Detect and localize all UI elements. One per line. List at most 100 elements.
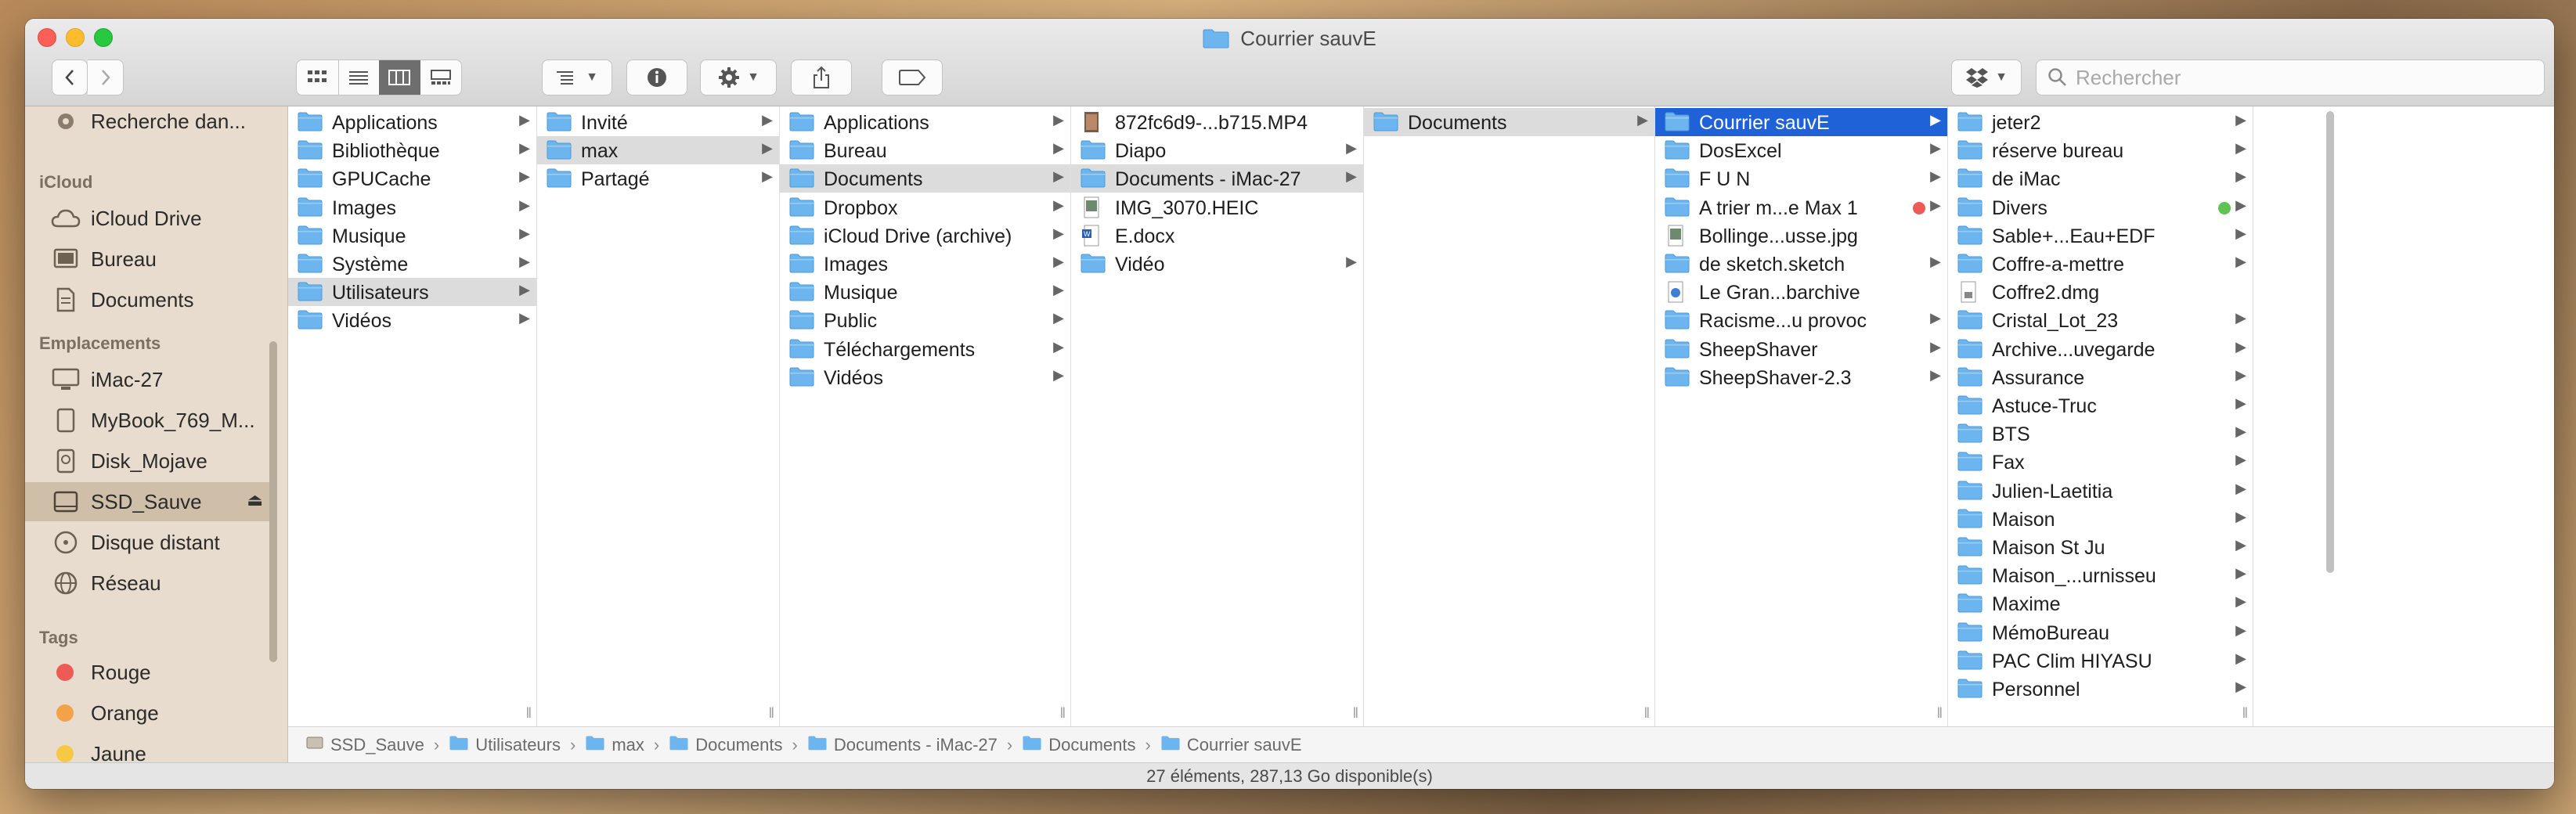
file-row[interactable]: Coffre2.dmg: [1948, 278, 2253, 306]
browser-column[interactable]: 872fc6d9-...b715.MP4 Diapo ▶ Documents - iM…: [1071, 106, 1364, 726]
folder-row[interactable]: Documents ▶: [780, 164, 1070, 193]
column-resize-handle[interactable]: ‖: [1353, 705, 1358, 722]
sidebar-item-recherche[interactable]: Recherche dan...: [25, 106, 274, 141]
folder-row[interactable]: Maison_...urnisseu ▶: [1948, 561, 2253, 589]
icon-view-button[interactable]: [297, 60, 338, 95]
folder-row[interactable]: de iMac ▶: [1948, 164, 2253, 193]
folder-row[interactable]: Système ▶: [288, 250, 536, 278]
folder-row[interactable]: Public ▶: [780, 306, 1070, 334]
folder-row[interactable]: Documents - iMac-27 ▶: [1071, 164, 1363, 193]
folder-row[interactable]: Téléchargements ▶: [780, 335, 1070, 363]
folder-row[interactable]: Archive...uvegarde ▶: [1948, 335, 2253, 363]
list-view-button[interactable]: [337, 60, 380, 95]
sidebar-scrollbar[interactable]: [269, 341, 277, 662]
folder-row[interactable]: PAC Clim HIYASU ▶: [1948, 647, 2253, 675]
folder-row[interactable]: Musique ▶: [288, 222, 536, 250]
column-resize-handle[interactable]: ‖: [1644, 705, 1650, 722]
breadcrumb-item[interactable]: max ›: [585, 735, 669, 755]
file-row[interactable]: 872fc6d9-...b715.MP4: [1071, 108, 1363, 136]
sidebar-item-imac[interactable]: iMac-27: [25, 360, 274, 399]
column-resize-handle[interactable]: ‖: [1060, 705, 1066, 722]
folder-row[interactable]: Bureau ▶: [780, 136, 1070, 164]
folder-row[interactable]: MémoBureau ▶: [1948, 618, 2253, 647]
breadcrumb-item[interactable]: Documents - iMac-27 ›: [807, 735, 1022, 755]
sidebar-item-disque-distant[interactable]: Disque distant: [25, 523, 274, 562]
browser-column[interactable]: Applications ▶ Bureau ▶ Documents ▶ Dropbox ▶ iC…: [780, 106, 1071, 726]
folder-row[interactable]: de sketch.sketch ▶: [1655, 250, 1947, 278]
file-row[interactable]: Bollinge...usse.jpg: [1655, 222, 1947, 250]
sidebar-item-mybook[interactable]: MyBook_769_M...: [25, 401, 274, 440]
folder-row[interactable]: Dropbox ▶: [780, 193, 1070, 222]
eject-icon[interactable]: ⏏: [247, 490, 263, 510]
folder-row[interactable]: max ▶: [537, 136, 779, 165]
breadcrumb-item[interactable]: SSD_Sauve ›: [305, 735, 449, 755]
folder-row[interactable]: Vidéos ▶: [288, 306, 536, 334]
sidebar-tag-orange[interactable]: Orange: [25, 693, 274, 733]
file-row[interactable]: W E.docx: [1071, 222, 1363, 250]
folder-row[interactable]: GPUCache ▶: [288, 164, 536, 193]
folder-row[interactable]: BTS ▶: [1948, 420, 2253, 448]
group-by-button[interactable]: ▼: [542, 59, 612, 95]
folder-row[interactable]: Assurance ▶: [1948, 363, 2253, 391]
folder-row[interactable]: Racisme...u provoc ▶: [1655, 306, 1947, 334]
browser-column[interactable]: Invité ▶ max ▶ Partagé ▶ ‖: [537, 106, 780, 726]
browser-column[interactable]: jeter2 ▶ réserve bureau ▶ de iMac ▶ Divers ▶…: [1948, 106, 2253, 726]
column-view-button[interactable]: [379, 60, 420, 95]
edit-tags-button[interactable]: [882, 59, 943, 95]
share-button[interactable]: [791, 59, 852, 95]
breadcrumb-item[interactable]: Utilisateurs ›: [449, 735, 585, 755]
gallery-view-button[interactable]: [420, 60, 462, 95]
folder-row[interactable]: Diapo ▶: [1071, 136, 1363, 164]
dropbox-button[interactable]: ▼: [1951, 59, 2022, 95]
file-row[interactable]: Le Gran...barchive: [1655, 278, 1947, 306]
folder-row[interactable]: Vidéos ▶: [780, 363, 1070, 391]
action-menu-button[interactable]: ▼: [700, 59, 777, 95]
folder-row[interactable]: Images ▶: [288, 193, 536, 222]
column-resize-handle[interactable]: ‖: [769, 705, 774, 722]
folder-row[interactable]: Applications ▶: [780, 108, 1070, 136]
sidebar-item-disk-mojave[interactable]: Disk_Mojave: [25, 441, 274, 481]
column-resize-handle[interactable]: ‖: [526, 705, 532, 722]
folder-row[interactable]: réserve bureau ▶: [1948, 136, 2253, 164]
browser-column[interactable]: Applications ▶ Bibliothèque ▶ GPUCache ▶ Image…: [288, 106, 537, 726]
folder-row[interactable]: Maxime ▶: [1948, 589, 2253, 618]
breadcrumb-item[interactable]: Courrier sauvE: [1160, 735, 1302, 755]
folder-row[interactable]: Sable+...Eau+EDF ▶: [1948, 222, 2253, 250]
folder-row[interactable]: SheepShaver-2.3 ▶: [1655, 363, 1947, 391]
view-mode-segmented[interactable]: [296, 59, 462, 95]
browser-column[interactable]: Courrier sauvE ▶ DosExcel ▶ F U N ▶ A trier …: [1655, 106, 1948, 726]
file-row[interactable]: IMG_3070.HEIC: [1071, 193, 1363, 222]
folder-row[interactable]: F U N ▶: [1655, 164, 1947, 193]
breadcrumb-item[interactable]: Documents ›: [1022, 735, 1160, 755]
folder-row[interactable]: Maison St Ju ▶: [1948, 533, 2253, 561]
folder-row[interactable]: Personnel ▶: [1948, 675, 2253, 703]
browser-column[interactable]: Documents ▶ ‖: [1364, 106, 1655, 726]
folder-row[interactable]: Utilisateurs ▶: [288, 278, 536, 307]
folder-row[interactable]: Divers ▶: [1948, 193, 2253, 222]
folder-row[interactable]: jeter2 ▶: [1948, 108, 2253, 136]
folder-row[interactable]: Cristal_Lot_23 ▶: [1948, 306, 2253, 334]
sidebar-item-ssd-sauve[interactable]: SSD_Sauve ⏏: [25, 482, 274, 521]
sidebar-item-reseau[interactable]: Réseau: [25, 564, 274, 603]
search-field[interactable]: [2036, 59, 2545, 95]
folder-row[interactable]: A trier m...e Max 1 ▶: [1655, 193, 1947, 222]
search-input[interactable]: [2076, 65, 2530, 90]
column-scrollbar[interactable]: [2326, 111, 2334, 573]
folder-row[interactable]: Applications ▶: [288, 108, 536, 136]
folder-row[interactable]: Invité ▶: [537, 108, 779, 136]
folder-row[interactable]: Astuce-Truc ▶: [1948, 391, 2253, 420]
column-resize-handle[interactable]: ‖: [1937, 705, 1943, 722]
folder-row[interactable]: Bibliothèque ▶: [288, 136, 536, 164]
sidebar-item-bureau[interactable]: Bureau: [25, 240, 274, 279]
sidebar-tag-jaune[interactable]: Jaune: [25, 734, 274, 764]
folder-row[interactable]: Maison ▶: [1948, 505, 2253, 533]
column-resize-handle[interactable]: ‖: [2242, 705, 2248, 722]
folder-row[interactable]: Partagé ▶: [537, 164, 779, 193]
folder-row[interactable]: DosExcel ▶: [1655, 136, 1947, 164]
forward-button[interactable]: [88, 59, 124, 95]
folder-row[interactable]: SheepShaver ▶: [1655, 335, 1947, 363]
folder-row[interactable]: Coffre-a-mettre ▶: [1948, 250, 2253, 278]
folder-row[interactable]: Documents ▶: [1364, 108, 1654, 136]
folder-row[interactable]: Vidéo ▶: [1071, 250, 1363, 278]
breadcrumb-item[interactable]: Documents ›: [669, 735, 807, 755]
